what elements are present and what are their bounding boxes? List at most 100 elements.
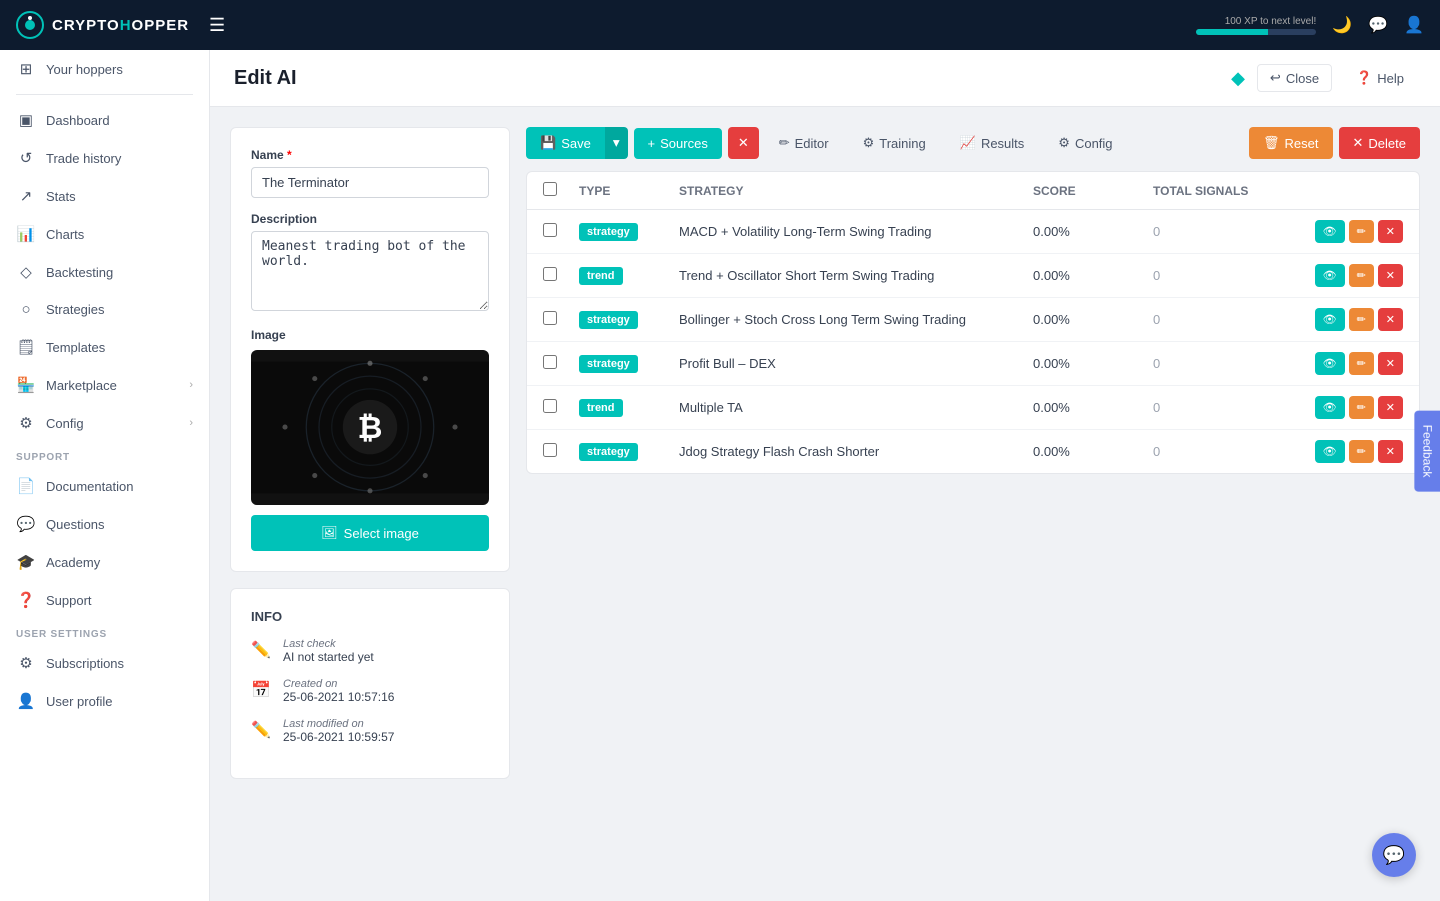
sidebar-item-subscriptions[interactable]: ⚙ Subscriptions	[0, 644, 209, 682]
row-actions: 👁 ✏ ✕	[1303, 440, 1403, 463]
xp-bar-fill	[1196, 29, 1268, 35]
sidebar-item-label: User profile	[46, 694, 112, 709]
view-button[interactable]: 👁	[1315, 440, 1345, 463]
view-button[interactable]: 👁	[1315, 264, 1345, 287]
select-image-button[interactable]: 🖼 Select image	[251, 515, 489, 551]
save-button[interactable]: 💾 Save	[526, 127, 605, 159]
messages-icon[interactable]: 💬	[1368, 15, 1388, 35]
name-input[interactable]	[251, 167, 489, 198]
main-content: Edit AI ◆ ↩ Close ❓ Help Name *	[210, 50, 1440, 901]
sidebar-item-templates[interactable]: 🗒 Templates	[0, 328, 209, 366]
row-total-signals: 0	[1153, 224, 1303, 239]
sidebar-item-questions[interactable]: 💬 Questions	[0, 505, 209, 543]
page-body: Name * Description Meanest trading bot o…	[210, 107, 1440, 799]
total-signals-col-header: Total signals	[1153, 184, 1303, 198]
image-label: Image	[251, 328, 489, 342]
charts-icon: 📊	[16, 225, 36, 243]
sidebar-item-marketplace[interactable]: 🏪 Marketplace ›	[0, 366, 209, 404]
sidebar-item-label: Stats	[46, 189, 76, 204]
select-all-checkbox[interactable]	[543, 182, 557, 196]
hamburger-menu[interactable]: ☰	[209, 15, 225, 36]
row-checkbox[interactable]	[543, 223, 557, 237]
sidebar-item-config[interactable]: ⚙ Config ›	[0, 404, 209, 442]
sidebar-item-backtesting[interactable]: ◇ Backtesting	[0, 253, 209, 291]
name-form-group: Name *	[251, 148, 489, 198]
training-icon: ⚙	[863, 135, 875, 151]
last-check-value: AI not started yet	[283, 650, 374, 664]
close-button[interactable]: ↩ Close	[1257, 64, 1332, 92]
logo[interactable]: CRYPTOHOPPER	[16, 11, 189, 39]
row-strategy-name: Jdog Strategy Flash Crash Shorter	[679, 444, 1033, 459]
remove-button[interactable]: ✕	[1378, 352, 1403, 375]
sidebar-item-charts[interactable]: 📊 Charts	[0, 215, 209, 253]
sidebar-item-academy[interactable]: 🎓 Academy	[0, 543, 209, 581]
remove-button[interactable]: ✕	[1378, 264, 1403, 287]
info-modified-content: Last modified on 25-06-2021 10:59:57	[283, 718, 394, 744]
image-section: Image	[251, 328, 489, 551]
sidebar-item-user-profile[interactable]: 👤 User profile	[0, 682, 209, 720]
edit-row-button[interactable]: ✏	[1349, 396, 1374, 419]
edit-row-button[interactable]: ✏	[1349, 264, 1374, 287]
toolbar: 💾 Save ▾ + Sources ✕ ✏ Editor	[526, 127, 1420, 159]
row-score: 0.00%	[1033, 444, 1153, 459]
row-checkbox[interactable]	[543, 311, 557, 325]
row-checkbox[interactable]	[543, 267, 557, 281]
editor-tab-button[interactable]: ✏ Editor	[765, 127, 843, 159]
edit-row-button[interactable]: ✏	[1349, 308, 1374, 331]
subscriptions-icon: ⚙	[16, 654, 36, 672]
info-last-check-content: Last check AI not started yet	[283, 638, 374, 664]
view-button[interactable]: 👁	[1315, 220, 1345, 243]
view-button[interactable]: 👁	[1315, 396, 1345, 419]
description-textarea[interactable]: Meanest trading bot of the world.	[251, 231, 489, 311]
delete-button[interactable]: ✕ Delete	[1339, 127, 1420, 159]
remove-button[interactable]: ✕	[1378, 440, 1403, 463]
config-tab-button[interactable]: ⚙ Config	[1044, 127, 1126, 159]
strategy-badge: strategy	[579, 311, 638, 329]
row-checkbox[interactable]	[543, 399, 557, 413]
row-type-col: strategy	[579, 443, 679, 461]
chat-button[interactable]: 💬	[1372, 833, 1416, 877]
toolbar-close-button[interactable]: ✕	[728, 127, 759, 159]
view-button[interactable]: 👁	[1315, 308, 1345, 331]
row-checkbox[interactable]	[543, 443, 557, 457]
remove-button[interactable]: ✕	[1378, 220, 1403, 243]
sources-button[interactable]: + Sources	[634, 128, 722, 159]
reset-button[interactable]: 🗑 Reset	[1249, 127, 1332, 159]
sidebar-item-label: Config	[46, 416, 84, 431]
training-tab-button[interactable]: ⚙ Training	[849, 127, 940, 159]
row-type-col: trend	[579, 399, 679, 417]
sidebar-item-stats[interactable]: ↗ Stats	[0, 177, 209, 215]
remove-button[interactable]: ✕	[1378, 308, 1403, 331]
info-card: INFO ✏️ Last check AI not started yet 📅 …	[230, 588, 510, 779]
save-dropdown-button[interactable]: ▾	[605, 127, 628, 159]
row-total-signals: 0	[1153, 312, 1303, 327]
sidebar-item-dashboard[interactable]: ▣ Dashboard	[0, 101, 209, 139]
sidebar-item-strategies[interactable]: ○ Strategies	[0, 291, 209, 328]
row-checkbox[interactable]	[543, 355, 557, 369]
sidebar-item-label: Templates	[46, 340, 105, 355]
page-header: Edit AI ◆ ↩ Close ❓ Help	[210, 50, 1440, 107]
feedback-tab[interactable]: Feedback	[1415, 410, 1440, 491]
chevron-down-icon: ▾	[613, 135, 620, 150]
row-type-col: strategy	[579, 311, 679, 329]
edit-row-button[interactable]: ✏	[1349, 220, 1374, 243]
sidebar-item-documentation[interactable]: 📄 Documentation	[0, 467, 209, 505]
row-strategy-name: Trend + Oscillator Short Term Swing Trad…	[679, 268, 1033, 283]
user-icon[interactable]: 👤	[1404, 15, 1424, 35]
sidebar-item-support[interactable]: ❓ Support	[0, 581, 209, 619]
theme-toggle-icon[interactable]: 🌙	[1332, 15, 1352, 35]
edit-row-button[interactable]: ✏	[1349, 352, 1374, 375]
row-score: 0.00%	[1033, 356, 1153, 371]
view-button[interactable]: 👁	[1315, 352, 1345, 375]
logo-icon	[16, 11, 44, 39]
strategy-badge: strategy	[579, 223, 638, 241]
edit-row-button[interactable]: ✏	[1349, 440, 1374, 463]
xp-bar	[1196, 29, 1316, 35]
xp-bar-container: 100 XP to next level!	[1196, 16, 1316, 35]
remove-button[interactable]: ✕	[1378, 396, 1403, 419]
sidebar-item-your-hoppers[interactable]: ⊞ Your hoppers	[0, 50, 209, 88]
sidebar-item-trade-history[interactable]: ↺ Trade history	[0, 139, 209, 177]
row-actions: 👁 ✏ ✕	[1303, 308, 1403, 331]
help-button[interactable]: ❓ Help	[1344, 65, 1416, 91]
results-tab-button[interactable]: 📈 Results	[946, 127, 1039, 159]
